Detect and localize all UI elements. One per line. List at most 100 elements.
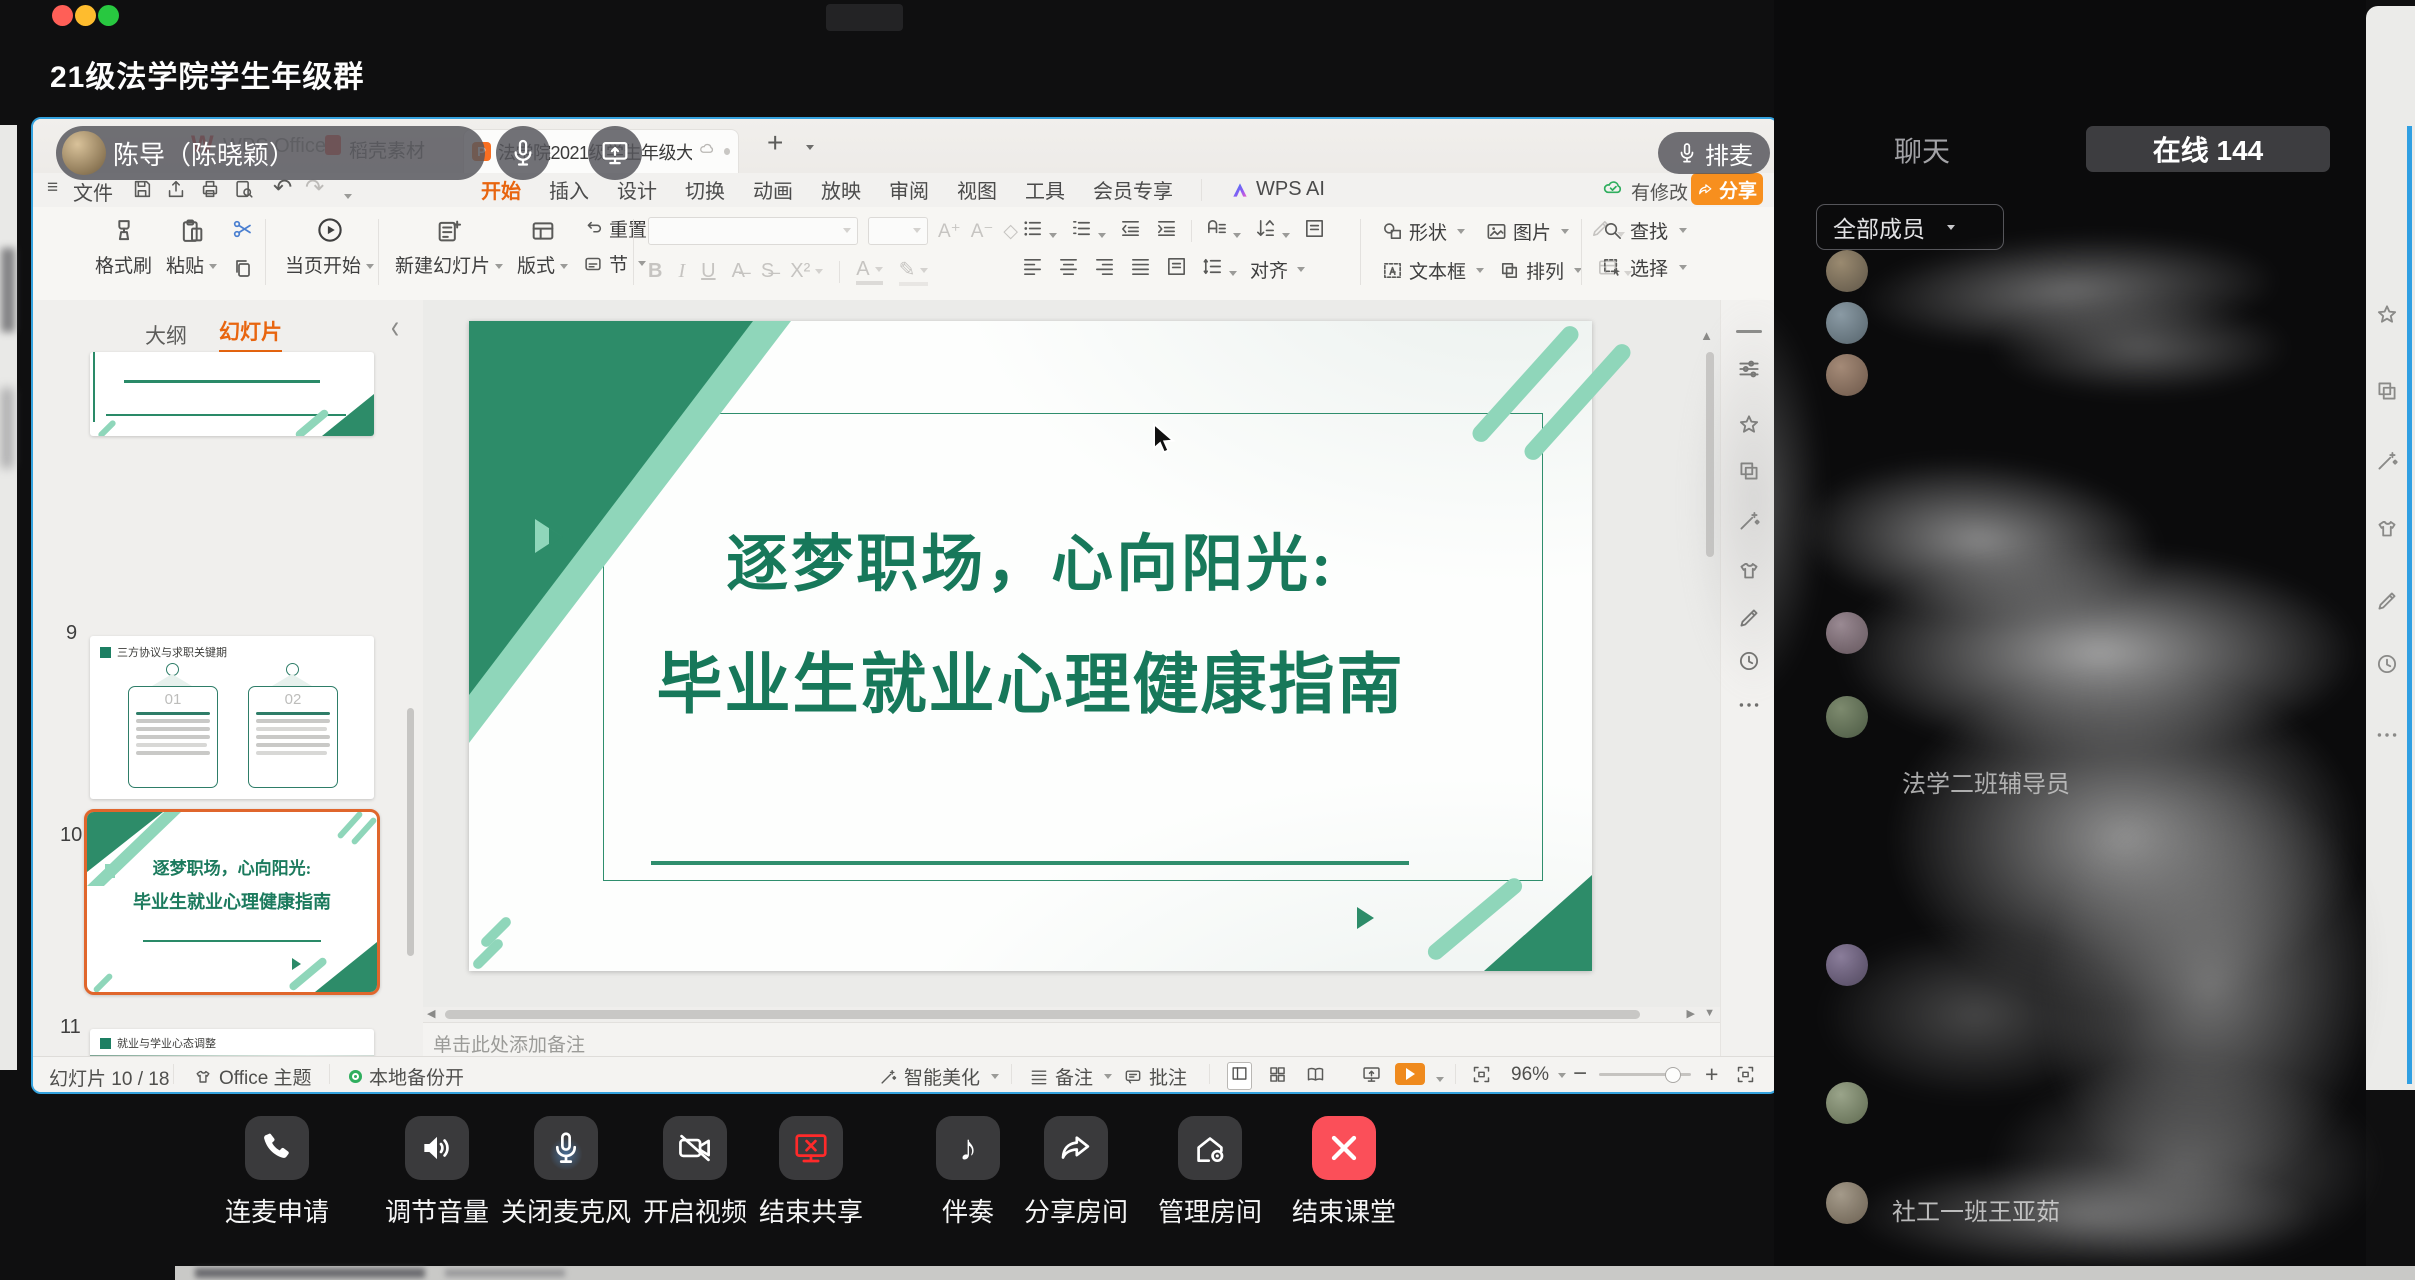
- slide-canvas-area[interactable]: 逐梦职场，心向阳光: 毕业生就业心理健康指南 ▲: [423, 300, 1721, 1007]
- start-video-button[interactable]: 开启视频: [643, 1116, 747, 1229]
- tab-review[interactable]: 审阅: [889, 175, 929, 204]
- picture-button[interactable]: 图片: [1485, 218, 1569, 245]
- presenter-screenshare-button[interactable]: [588, 126, 642, 180]
- play-from-current-button[interactable]: 当页开始: [285, 213, 374, 278]
- tab-slideshow[interactable]: 放映: [821, 175, 861, 204]
- zoom-out-button[interactable]: −: [1573, 1060, 1587, 1088]
- request-mic-button[interactable]: 连麦申请: [225, 1116, 329, 1229]
- paste-button[interactable]: 粘贴: [166, 213, 217, 285]
- slide-thumbnail-8-partial[interactable]: [90, 352, 374, 436]
- slide-thumbnail-10-selected[interactable]: 逐梦职场，心向阳光: 毕业生就业心理健康指南: [84, 809, 380, 995]
- align-menu-button[interactable]: 对齐: [1250, 256, 1305, 283]
- underline-button[interactable]: U: [701, 260, 715, 283]
- reading-view-button[interactable]: [1305, 1064, 1326, 1091]
- format-painter-button[interactable]: 格式刷: [95, 213, 152, 285]
- mute-mic-button[interactable]: 关闭麦克风: [501, 1116, 631, 1229]
- text-direction-button[interactable]: [1205, 217, 1241, 245]
- line-spacing-button[interactable]: [1201, 255, 1237, 283]
- clear-format-icon[interactable]: ◇: [1003, 220, 1018, 243]
- end-class-button[interactable]: 结束课堂: [1292, 1116, 1396, 1229]
- scroll-left-icon[interactable]: ◀: [427, 1007, 435, 1020]
- align-right-button[interactable]: [1093, 255, 1116, 283]
- collapse-panel-icon[interactable]: ‹: [391, 308, 399, 347]
- stop-sharing-button[interactable]: 结束共享: [759, 1116, 863, 1229]
- fit-slide-button[interactable]: [1471, 1064, 1492, 1091]
- panel-scrollbar[interactable]: [407, 708, 414, 956]
- play-slideshow-button[interactable]: [1395, 1063, 1425, 1085]
- align-center-button[interactable]: [1057, 255, 1080, 283]
- tab-insert[interactable]: 插入: [549, 175, 589, 204]
- justify-button[interactable]: [1129, 255, 1152, 283]
- minimize-traffic-light[interactable]: [75, 5, 96, 26]
- theme-status[interactable]: Office 主题: [193, 1063, 312, 1090]
- share-room-button[interactable]: 分享房间: [1024, 1116, 1128, 1229]
- play-options-chevron-icon[interactable]: [1431, 1069, 1444, 1091]
- tab-view[interactable]: 视图: [957, 175, 997, 204]
- zoom-level[interactable]: 96%: [1511, 1064, 1566, 1086]
- notes-bar[interactable]: 单击此处添加备注: [423, 1022, 1721, 1058]
- scroll-right-icon[interactable]: ▶: [1687, 1007, 1695, 1020]
- new-tab-button[interactable]: +: [767, 127, 783, 159]
- notes-button[interactable]: 备注: [1029, 1063, 1112, 1090]
- reset-button[interactable]: 重置: [582, 215, 647, 242]
- cut-icon[interactable]: [231, 217, 255, 246]
- tab-transition[interactable]: 切换: [685, 175, 725, 204]
- adjust-volume-button[interactable]: 调节音量: [385, 1116, 489, 1229]
- section-button[interactable]: 节: [582, 250, 647, 277]
- bullet-list-button[interactable]: [1021, 217, 1057, 245]
- queue-mic-button[interactable]: 排麦: [1658, 132, 1770, 174]
- smart-beautify-button[interactable]: 智能美化: [878, 1063, 999, 1090]
- file-menu[interactable]: 文件: [73, 177, 113, 206]
- member-filter-dropdown[interactable]: 全部成员: [1816, 204, 2004, 250]
- save-icon[interactable]: [131, 178, 153, 206]
- increase-font-icon[interactable]: A⁺: [938, 220, 961, 243]
- local-backup-status[interactable]: 本地备份开: [349, 1063, 464, 1090]
- decrease-font-icon[interactable]: A⁻: [971, 220, 994, 243]
- comments-button[interactable]: 批注: [1123, 1063, 1187, 1090]
- increase-indent-button[interactable]: [1155, 217, 1178, 245]
- slide-sorter-view-button[interactable]: [1267, 1064, 1288, 1091]
- shapes-button[interactable]: 形状: [1381, 218, 1465, 245]
- zoom-slider-track[interactable]: [1599, 1073, 1691, 1076]
- tab-wps-ai[interactable]: WPS AI: [1230, 178, 1325, 201]
- h-scrollbar-thumb[interactable]: [445, 1010, 1640, 1019]
- tab-member[interactable]: 会员专享: [1093, 175, 1173, 204]
- zoom-in-button[interactable]: +: [1705, 1061, 1718, 1088]
- presenter-mic-button[interactable]: [496, 126, 550, 180]
- layout-button[interactable]: 版式: [517, 213, 568, 278]
- decrease-indent-button[interactable]: [1119, 217, 1142, 245]
- italic-button[interactable]: I: [678, 260, 685, 283]
- slideshow-icon[interactable]: [1361, 1064, 1382, 1091]
- zoom-traffic-light[interactable]: [98, 5, 119, 26]
- find-button[interactable]: 查找: [1601, 217, 1687, 244]
- font-color-button[interactable]: A: [856, 258, 882, 285]
- bold-button[interactable]: B: [648, 260, 662, 283]
- accompaniment-button[interactable]: ♪ 伴奏: [942, 1116, 994, 1229]
- tab-home[interactable]: 开始: [481, 175, 521, 204]
- chat-tab[interactable]: 聊天: [1894, 130, 1950, 170]
- toolbar-options-chevron-icon[interactable]: [339, 185, 352, 208]
- font-size-select[interactable]: [868, 217, 928, 245]
- print-icon[interactable]: [199, 178, 221, 206]
- tab-tools[interactable]: 工具: [1025, 175, 1065, 204]
- normal-view-button[interactable]: [1227, 1062, 1252, 1090]
- export-icon[interactable]: [165, 178, 187, 206]
- align-left-button[interactable]: [1021, 255, 1044, 283]
- strikethrough-button[interactable]: S̶: [761, 260, 774, 283]
- highlight-color-button[interactable]: ✎: [899, 257, 929, 286]
- char-spacing-button[interactable]: A̶: [732, 260, 745, 283]
- slide-title-line2[interactable]: 毕业生就业心理健康指南: [469, 631, 1592, 727]
- share-button[interactable]: 分享: [1691, 173, 1763, 205]
- font-name-select[interactable]: [648, 217, 858, 245]
- superscript-button[interactable]: X²: [790, 260, 823, 283]
- fit-window-button[interactable]: [1735, 1064, 1756, 1091]
- select-button[interactable]: 选择: [1601, 254, 1687, 281]
- scroll-options-icon[interactable]: ▼: [1704, 1007, 1715, 1019]
- slides-tab[interactable]: 幻灯片: [219, 316, 282, 353]
- tab-animation[interactable]: 动画: [753, 175, 793, 204]
- textbox-button[interactable]: 文本框: [1381, 257, 1484, 284]
- close-traffic-light[interactable]: [52, 5, 73, 26]
- print-preview-icon[interactable]: [233, 178, 255, 206]
- slide-10-canvas[interactable]: 逐梦职场，心向阳光: 毕业生就业心理健康指南: [469, 321, 1592, 971]
- arrange-button[interactable]: 排列: [1498, 257, 1582, 284]
